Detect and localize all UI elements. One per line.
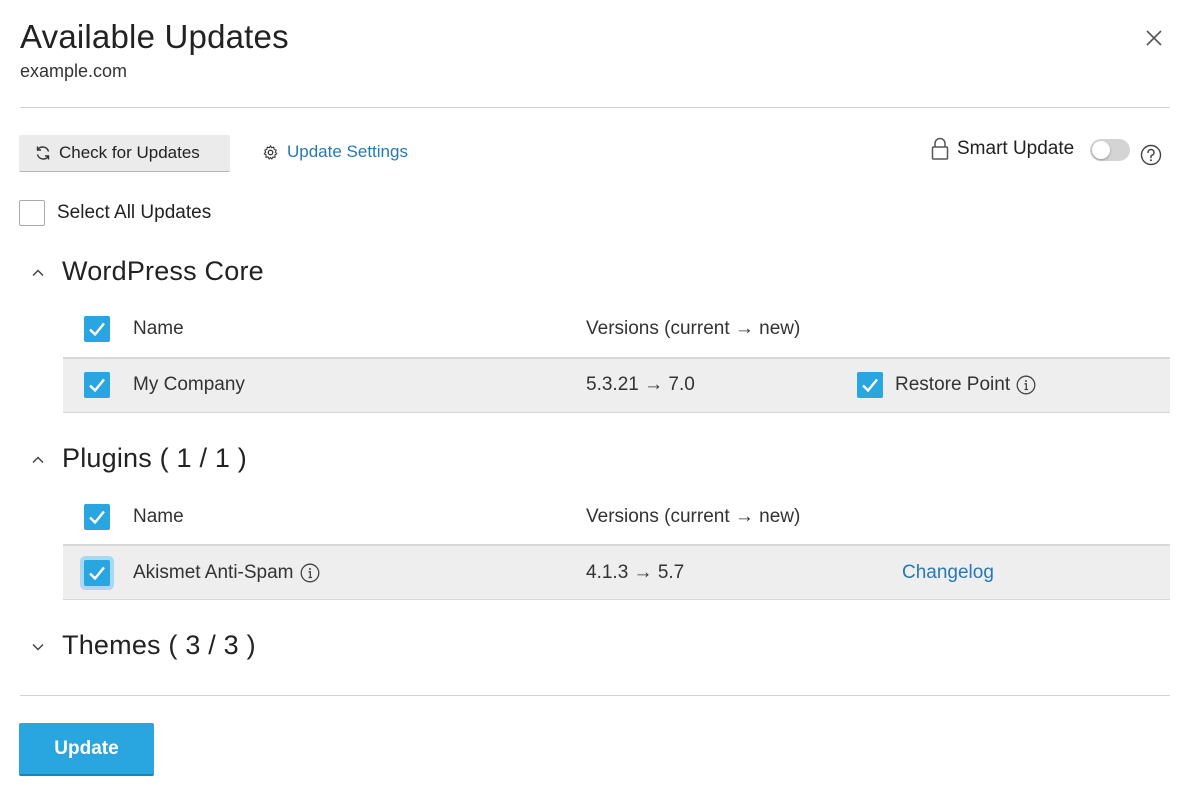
row-name: My Company	[133, 374, 245, 395]
column-header-versions: Versions (current → new)	[586, 506, 801, 527]
row-versions: 4.1.3 → 5.7	[586, 562, 685, 583]
update-button[interactable]: Update	[19, 723, 154, 776]
restore-point-label: Restore Point	[895, 374, 1011, 395]
help-icon[interactable]	[1140, 144, 1162, 166]
select-all-label: Select All Updates	[57, 202, 212, 223]
update-settings-label: Update Settings	[287, 142, 408, 161]
row-name: Akismet Anti-Spam	[133, 562, 294, 583]
info-icon[interactable]	[300, 563, 320, 583]
section-title-wordpress-core[interactable]: WordPress Core	[62, 256, 264, 287]
site-domain: example.com	[20, 61, 128, 81]
plugin-name: Akismet Anti-Spam	[133, 562, 320, 584]
gear-icon	[263, 144, 278, 160]
row-checkbox-my-company[interactable]	[84, 372, 110, 398]
smart-update-toggle[interactable]	[1090, 139, 1130, 161]
lock-icon	[931, 137, 949, 160]
smart-update-label: Smart Update	[957, 138, 1075, 159]
chevron-down-icon[interactable]	[31, 640, 45, 654]
restore-point-checkbox[interactable]	[857, 372, 883, 398]
section-title-plugins[interactable]: Plugins ( 1 / 1 )	[62, 443, 247, 474]
chevron-up-icon[interactable]	[31, 453, 45, 467]
wordpress-core-header-checkbox[interactable]	[84, 316, 110, 342]
header-divider	[20, 107, 1170, 108]
chevron-up-icon[interactable]	[31, 266, 45, 280]
dialog-title: Available Updates	[20, 18, 289, 55]
footer-divider	[20, 695, 1170, 696]
info-icon[interactable]	[1016, 375, 1036, 395]
section-title-themes[interactable]: Themes ( 3 / 3 )	[62, 630, 256, 661]
close-icon[interactable]	[1142, 26, 1166, 50]
update-settings-link[interactable]: Update Settings	[262, 142, 408, 162]
toggle-knob	[1092, 141, 1110, 159]
column-header-name: Name	[133, 506, 184, 527]
row-checkbox-akismet[interactable]	[84, 560, 110, 586]
column-header-name: Name	[133, 318, 184, 339]
check-for-updates-label: Check for Updates	[59, 143, 200, 162]
plugins-header-checkbox[interactable]	[84, 504, 110, 530]
refresh-icon	[36, 146, 50, 160]
smart-update: Smart Update	[930, 137, 1074, 161]
restore-point: Restore Point	[895, 374, 1036, 396]
row-versions: 5.3.21 → 7.0	[586, 374, 695, 395]
select-all-checkbox[interactable]	[19, 200, 45, 226]
changelog-link[interactable]: Changelog	[902, 562, 994, 584]
column-header-versions: Versions (current → new)	[586, 318, 801, 339]
check-for-updates-button[interactable]: Check for Updates	[19, 135, 230, 172]
